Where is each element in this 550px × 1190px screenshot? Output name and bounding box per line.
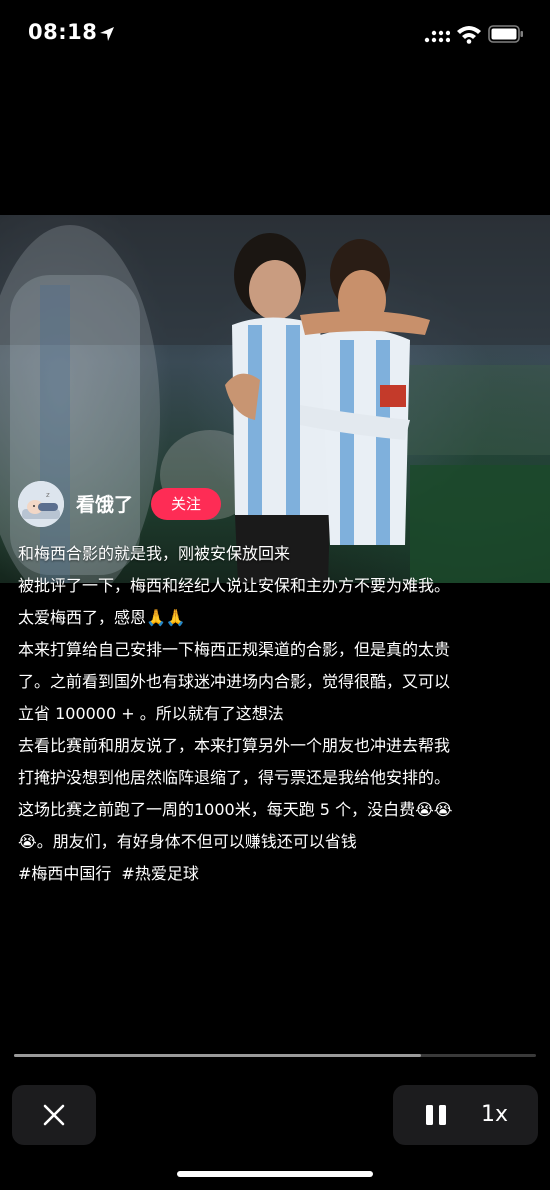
status-bar: 08:18 (0, 0, 550, 70)
caption-line: 立省 100000 + 。所以就有了这想法 (18, 704, 284, 723)
location-arrow-icon (100, 27, 114, 41)
hashtag-link[interactable]: #热爱足球 (121, 864, 198, 883)
caption-line: 和梅西合影的就是我，刚被安保放回来 (18, 544, 291, 563)
follow-button[interactable]: 关注 (151, 488, 221, 520)
caption-line: 打掩护没想到他居然临阵退缩了，得亏票还是我给他安排的。 (18, 768, 451, 787)
pause-button[interactable] (417, 1099, 457, 1131)
close-icon (43, 1104, 65, 1126)
battery-icon (488, 25, 523, 43)
playback-controls: 1x (393, 1085, 538, 1145)
home-indicator[interactable] (177, 1171, 373, 1177)
cellular-signal-icon (424, 30, 450, 43)
pause-icon (426, 1105, 446, 1125)
author-avatar[interactable]: z (18, 481, 64, 527)
caption-line: 太爱梅西了，感恩🙏🙏 (18, 608, 186, 627)
status-time: 08:18 (28, 20, 98, 44)
close-button[interactable] (12, 1085, 96, 1145)
wifi-icon (457, 26, 481, 44)
caption-line: 去看比赛前和朋友说了，本来打算另外一个朋友也冲进去帮我 (18, 736, 451, 755)
caption-line: 被批评了一下，梅西和经纪人说让安保和主办方不要为难我。 (18, 576, 451, 595)
playback-progress-fill (14, 1054, 422, 1057)
author-name[interactable]: 看饿了 (76, 490, 133, 517)
playback-progress-bar[interactable] (14, 1054, 536, 1057)
post-caption: 和梅西合影的就是我，刚被安保放回来 被批评了一下，梅西和经纪人说让安保和主办方不… (18, 538, 538, 890)
post-photo[interactable] (0, 215, 550, 583)
caption-line: 了。之前看到国外也有球迷冲进场内合影，觉得很酷，又可以 (18, 672, 451, 691)
caption-line: 😭。朋友们，有好身体不但可以赚钱还可以省钱 (18, 832, 357, 851)
hashtag-link[interactable]: #梅西中国行 (18, 864, 111, 883)
svg-text:z: z (46, 491, 50, 499)
caption-line: 这场比赛之前跑了一周的1000米，每天跑 5 个，没白费😭😭 (18, 800, 453, 819)
photo-scene (0, 215, 550, 583)
hashtag-row: #梅西中国行 #热爱足球 (18, 858, 538, 890)
playback-speed-button[interactable]: 1x (481, 1099, 521, 1131)
caption-line: 本来打算给自己安排一下梅西正规渠道的合影，但是真的太贵 (18, 640, 451, 659)
avatar-image: z (18, 481, 64, 527)
